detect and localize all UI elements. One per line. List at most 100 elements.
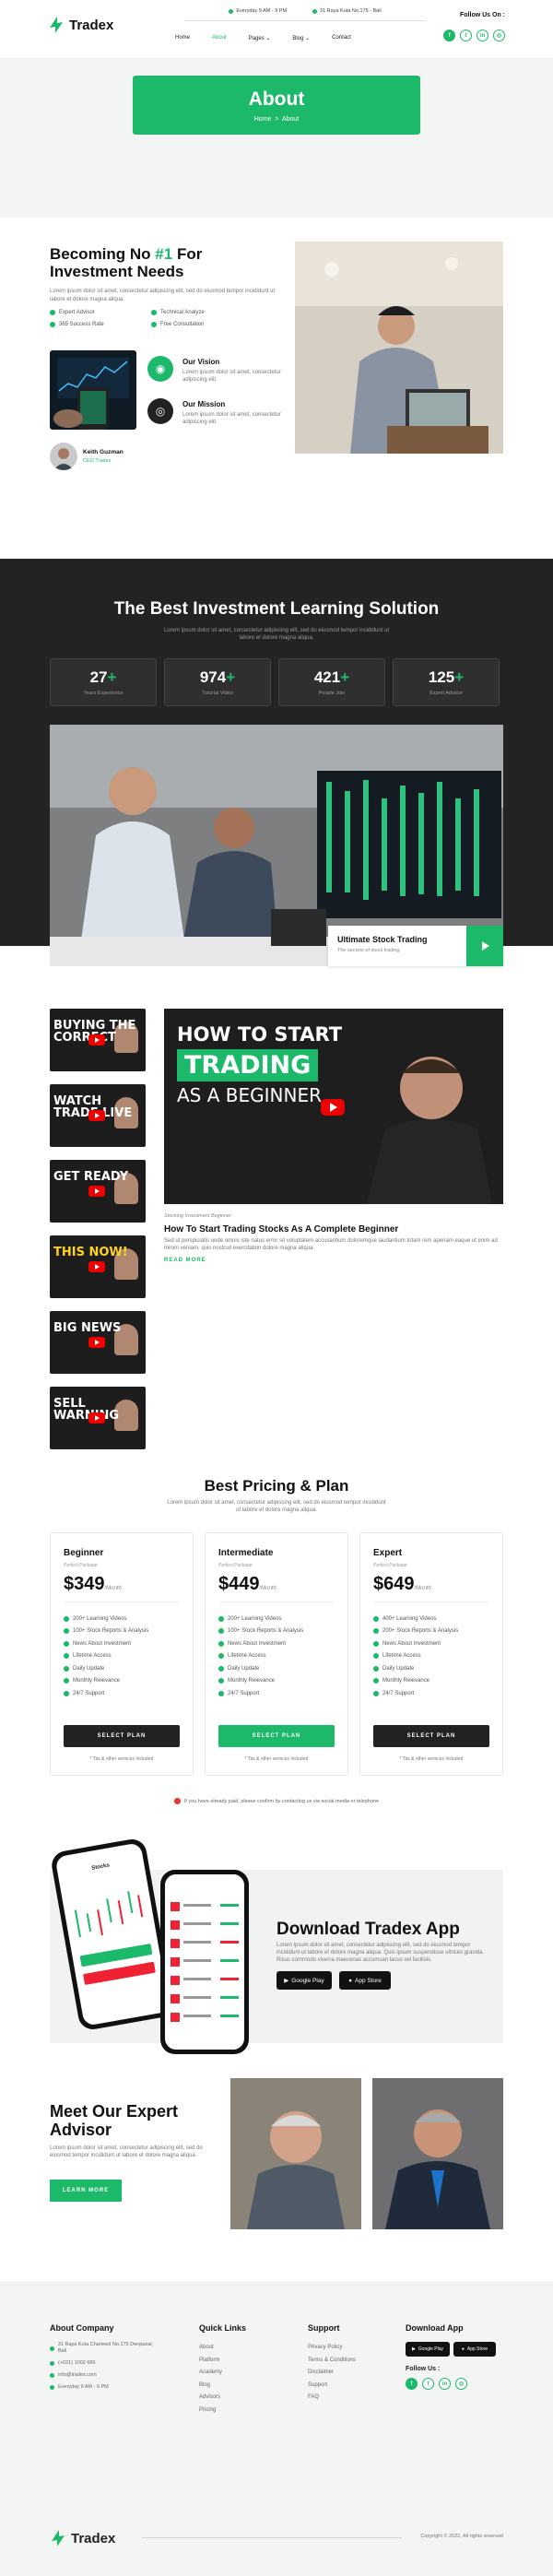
footer-link[interactable]: Disclaimer: [308, 2367, 356, 2380]
feature-label: News About Investment: [228, 1640, 287, 1647]
breadcrumb-home[interactable]: Home: [254, 116, 272, 123]
hours-text: Everyday 9 AM - 9 PM: [236, 8, 288, 14]
video-caption-card[interactable]: Ultimate Stock Trading The secrets of st…: [328, 926, 503, 966]
check-item: Free Consultation: [151, 322, 253, 327]
footer-link[interactable]: Academy: [199, 2367, 246, 2380]
plan-subtitle: Perfect Package: [64, 1563, 98, 1568]
facebook-icon[interactable]: f: [443, 30, 455, 41]
author: Keith Guzman CEO Tradex: [50, 443, 124, 470]
video-thumb[interactable]: BIG NEWS: [50, 1311, 146, 1374]
main-video-line3: AS A BEGINNER: [177, 1084, 322, 1106]
feature-label: Monthly Relevance: [73, 1678, 121, 1684]
feature-label: 24/7 Support: [228, 1690, 260, 1696]
nav-contact[interactable]: Contact: [332, 35, 351, 41]
price-period: /Month: [259, 1586, 276, 1591]
footer-link[interactable]: About: [199, 2342, 246, 2355]
plus-icon: +: [340, 668, 350, 686]
select-plan-button[interactable]: SELECT PLAN: [64, 1725, 180, 1747]
logo[interactable]: Tradex: [48, 15, 113, 35]
check-label: Technical Analyze: [160, 310, 205, 315]
footer-phone[interactable]: (+021) 1002 686: [50, 2360, 160, 2367]
play-button[interactable]: [466, 926, 503, 966]
footer-email[interactable]: info@tradex.com: [50, 2372, 160, 2379]
businessman-image: [295, 242, 503, 454]
nav-home[interactable]: Home: [175, 35, 190, 41]
vision-text: Lorem ipsum dolor sit amet, consectetur …: [182, 370, 281, 383]
video-thumb[interactable]: BUYING THE CORRECT: [50, 1009, 146, 1071]
eye-icon: ◉: [147, 356, 173, 382]
mission-block: ◎ Our Mission Lorem ipsum dolor sit amet…: [147, 398, 286, 435]
nav-blog[interactable]: Blog ⌄: [292, 35, 310, 41]
location-icon: [50, 2346, 54, 2351]
app-store-button[interactable]: ● App Store: [453, 2342, 496, 2357]
expert-section: Meet Our Expert Advisor Lorem ipsum dolo…: [0, 2078, 553, 2281]
feature-item: 200+ Stock Reports & Analysis: [373, 1625, 458, 1638]
video-thumb[interactable]: WATCH TRADE LIVE: [50, 1084, 146, 1147]
feature-item: Lifetime Access: [373, 1650, 458, 1663]
footer-hours: Everyday 9 AM - 9 PM: [50, 2384, 160, 2391]
app-title: Download Tradex App: [276, 1920, 460, 1939]
learning-title: The Best Investment Learning Solution: [113, 599, 440, 619]
footer-link[interactable]: Advisors: [199, 2392, 246, 2405]
linkedin-icon[interactable]: in: [439, 2378, 451, 2390]
plan-footnote: * Tax & other services Included: [399, 1756, 464, 1762]
nav-blog-label: Blog: [292, 36, 304, 41]
expert-description: Lorem ipsum dolor sit amet, consectetur …: [50, 2145, 203, 2158]
learning-section: The Best Investment Learning Solution Lo…: [0, 559, 553, 966]
footer-link[interactable]: Support: [308, 2380, 356, 2393]
check-icon: [373, 1690, 379, 1696]
feature-label: Lifetime Access: [228, 1653, 266, 1660]
footer-socials: f t in ◎: [406, 2378, 507, 2390]
nav-pages[interactable]: Pages ⌄: [249, 35, 271, 41]
footer-link[interactable]: Terms & Conditions: [308, 2355, 356, 2368]
app-store-button[interactable]: ● App Store: [339, 1971, 391, 1990]
footer-link[interactable]: FAQ: [308, 2392, 356, 2405]
footer-link[interactable]: Platform: [199, 2355, 246, 2368]
check-item: Technical Analyze: [151, 310, 253, 315]
instagram-icon[interactable]: ◎: [455, 2378, 467, 2390]
twitter-icon[interactable]: t: [460, 30, 472, 41]
check-icon: [373, 1653, 379, 1660]
footer-link[interactable]: Blog: [199, 2380, 246, 2393]
stat-number: 421: [313, 668, 341, 686]
footer-link[interactable]: Privacy Policy: [308, 2342, 356, 2355]
instagram-icon[interactable]: ◎: [493, 30, 505, 41]
advisor-image[interactable]: [230, 2078, 361, 2229]
main-video-player[interactable]: HOW TO START TRADING AS A BEGINNER: [164, 1009, 503, 1204]
footer-download: Download App ▶ Google Play ● App Store Fol…: [406, 2323, 507, 2390]
video-thumb[interactable]: GET READY: [50, 1160, 146, 1223]
learning-description: Lorem ipsum dolor sit amet, consectetur …: [163, 628, 390, 641]
advisor-image[interactable]: [372, 2078, 503, 2229]
learn-more-button[interactable]: LEARN MORE: [50, 2180, 122, 2202]
check-icon: [151, 310, 157, 315]
select-plan-button[interactable]: SELECT PLAN: [373, 1725, 489, 1747]
feature-list: 400+ Learning Videos 200+ Stock Reports …: [373, 1613, 458, 1700]
video-thumb[interactable]: THIS NOW!: [50, 1235, 146, 1298]
apple-icon: ●: [348, 1977, 352, 1984]
read-more-link[interactable]: READ MORE: [164, 1258, 206, 1263]
stat-number: 974: [199, 668, 227, 686]
linkedin-icon[interactable]: in: [477, 30, 488, 41]
divider: [64, 1601, 180, 1602]
plan-subtitle: Perfect Package: [373, 1563, 407, 1568]
video-thumb[interactable]: SELL WARNING: [50, 1387, 146, 1449]
select-plan-button[interactable]: SELECT PLAN: [218, 1725, 335, 1747]
about-title: Becoming No #1 For Investment Needs: [50, 245, 271, 280]
nav-about[interactable]: About: [212, 35, 227, 41]
facebook-icon[interactable]: f: [406, 2378, 418, 2390]
google-play-button[interactable]: ▶ Google Play: [276, 1971, 332, 1990]
feature-list: 200+ Learning Videos 100+ Stock Reports …: [218, 1613, 303, 1700]
page-hero: About Home > About: [0, 59, 553, 218]
twitter-icon[interactable]: t: [422, 2378, 434, 2390]
video-title[interactable]: How To Start Trading Stocks As A Complet…: [164, 1224, 398, 1235]
footer-link[interactable]: Pricing: [199, 2405, 246, 2417]
feature-item: Monthly Relevance: [373, 1675, 458, 1688]
google-play-button[interactable]: ▶ Google Play: [406, 2342, 450, 2357]
check-icon: [218, 1640, 224, 1647]
footer-quick-links: Quick Links About Platform Academy Blog …: [199, 2323, 246, 2416]
info-icon: [173, 1798, 181, 1804]
check-label: Expert Advisor: [59, 310, 95, 315]
youtube-play-icon[interactable]: [321, 1099, 345, 1116]
top-info: Everyday 9 AM - 9 PM 31 Raya Kuta No.175…: [184, 8, 426, 14]
footer-logo[interactable]: Tradex: [50, 2528, 115, 2548]
